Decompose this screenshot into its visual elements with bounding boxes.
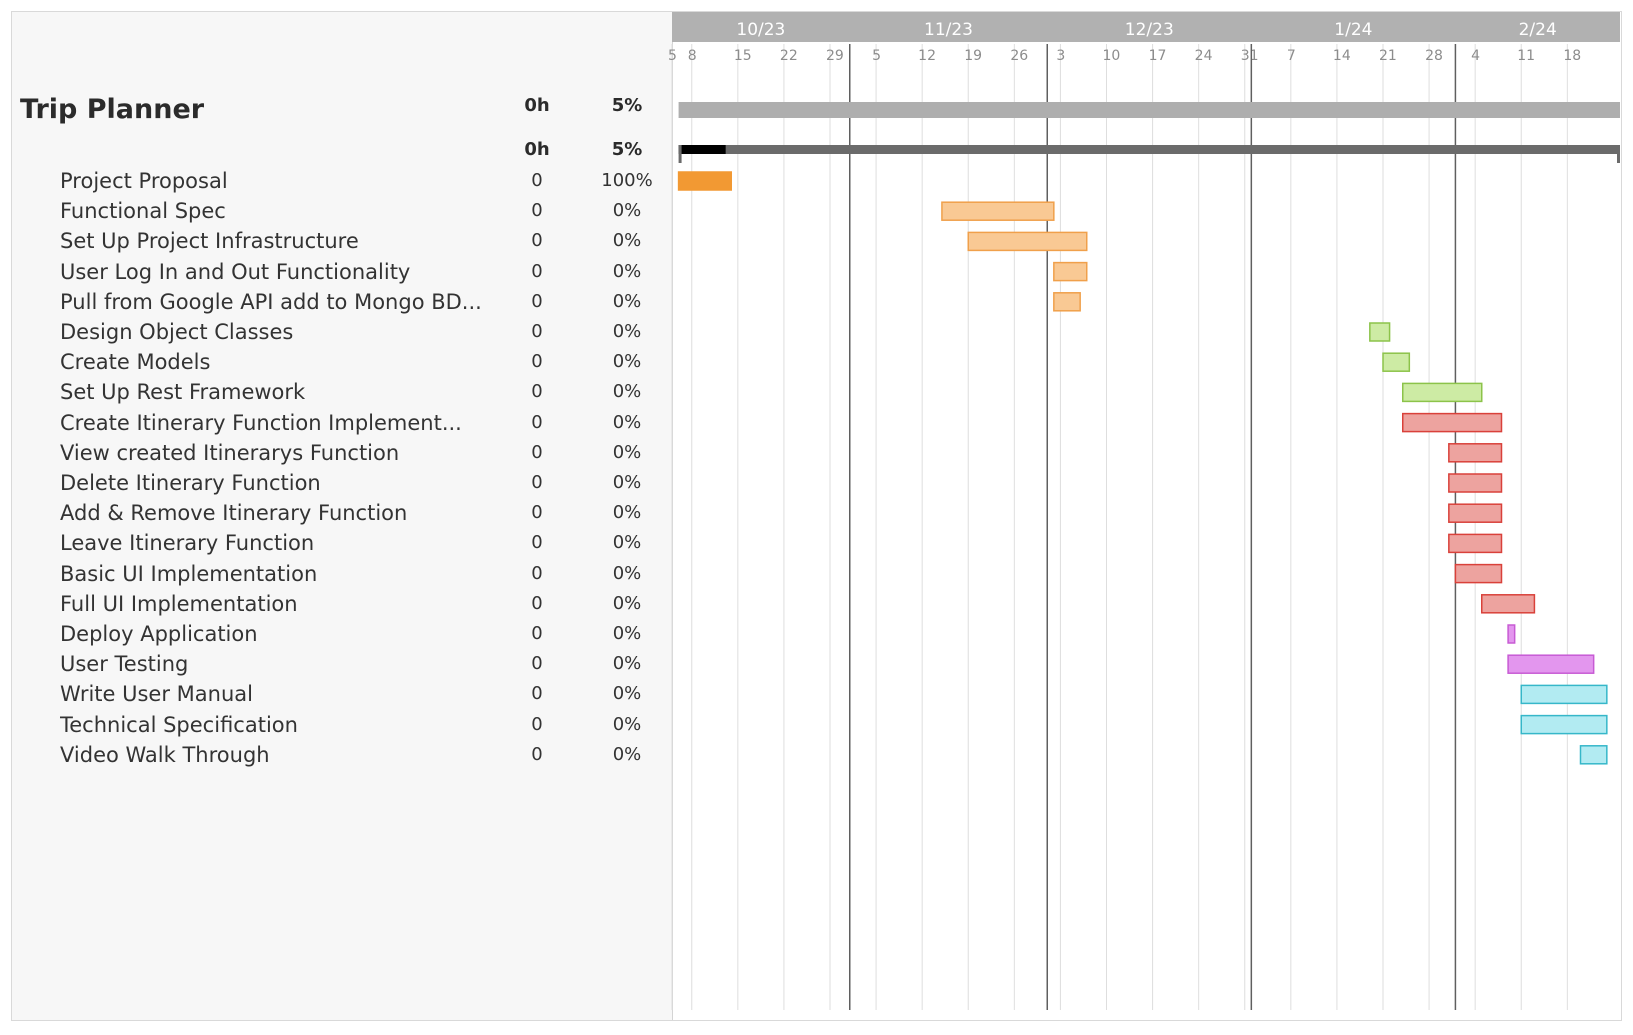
task-bar bbox=[1448, 443, 1503, 463]
task-bar bbox=[1448, 533, 1503, 554]
project-summary-bar bbox=[678, 102, 1620, 118]
month-label: 2/24 bbox=[1519, 20, 1557, 40]
subgroup-bracket-right bbox=[1617, 145, 1620, 163]
task-bar bbox=[1520, 684, 1608, 705]
week-tick-label: 4 bbox=[1471, 48, 1480, 64]
week-tick-label: 24 bbox=[1195, 48, 1213, 64]
task-bar bbox=[1507, 624, 1516, 644]
task-bar bbox=[941, 201, 1055, 221]
gantt-chart: 5 8 15 22 29 5 12 19 26 3 10 17 24 31 7 14 21 28 4 11 1810/2… bbox=[668, 12, 1620, 1010]
task-bar bbox=[1448, 473, 1503, 493]
task-bar bbox=[677, 171, 732, 191]
week-tick-label: 3 bbox=[1056, 48, 1065, 64]
subgroup-bar bbox=[678, 145, 1620, 154]
week-tick-label: 19 bbox=[964, 48, 982, 64]
task-bar bbox=[1382, 352, 1411, 372]
week-tick-label: 29 bbox=[826, 48, 844, 64]
week-tick-label: 5 bbox=[872, 48, 881, 64]
week-tick-label: 28 bbox=[1425, 48, 1443, 64]
week-tick-label: 11 bbox=[1517, 48, 1535, 64]
task-bar bbox=[1448, 503, 1503, 523]
week-tick-label: 21 bbox=[1379, 48, 1397, 64]
week-tick-label: 26 bbox=[1010, 48, 1028, 64]
task-bar bbox=[1507, 654, 1595, 674]
week-tick-label: 31 bbox=[1241, 48, 1259, 64]
task-bar bbox=[1454, 563, 1503, 584]
task-bar bbox=[1369, 322, 1391, 342]
week-tick-label: 8 bbox=[688, 48, 697, 64]
task-bar bbox=[967, 231, 1088, 252]
week-tick-label: 7 bbox=[1287, 48, 1296, 64]
task-bar bbox=[1402, 382, 1483, 403]
week-tick-label: 15 bbox=[734, 48, 752, 64]
week-tick-label: 22 bbox=[780, 48, 798, 64]
week-tick-label: 14 bbox=[1333, 48, 1351, 64]
week-tick-label: 12 bbox=[918, 48, 936, 64]
subgroup-bracket-left bbox=[678, 145, 682, 163]
task-bar bbox=[1481, 594, 1536, 614]
week-tick-label: 17 bbox=[1149, 48, 1167, 64]
task-bar bbox=[1053, 261, 1088, 282]
month-label: 10/23 bbox=[736, 20, 785, 40]
week-tick-label: 10 bbox=[1103, 48, 1121, 64]
subgroup-progress-bar bbox=[678, 145, 726, 154]
task-bar bbox=[1579, 745, 1608, 765]
task-bar bbox=[1520, 714, 1608, 735]
week-tick-label: 5 bbox=[668, 48, 677, 64]
week-tick-label: 18 bbox=[1563, 48, 1581, 64]
month-label: 11/23 bbox=[924, 20, 973, 40]
month-label: 12/23 bbox=[1125, 20, 1174, 40]
task-bar bbox=[1053, 292, 1081, 312]
task-bar bbox=[1402, 412, 1503, 433]
month-label: 1/24 bbox=[1334, 20, 1372, 40]
